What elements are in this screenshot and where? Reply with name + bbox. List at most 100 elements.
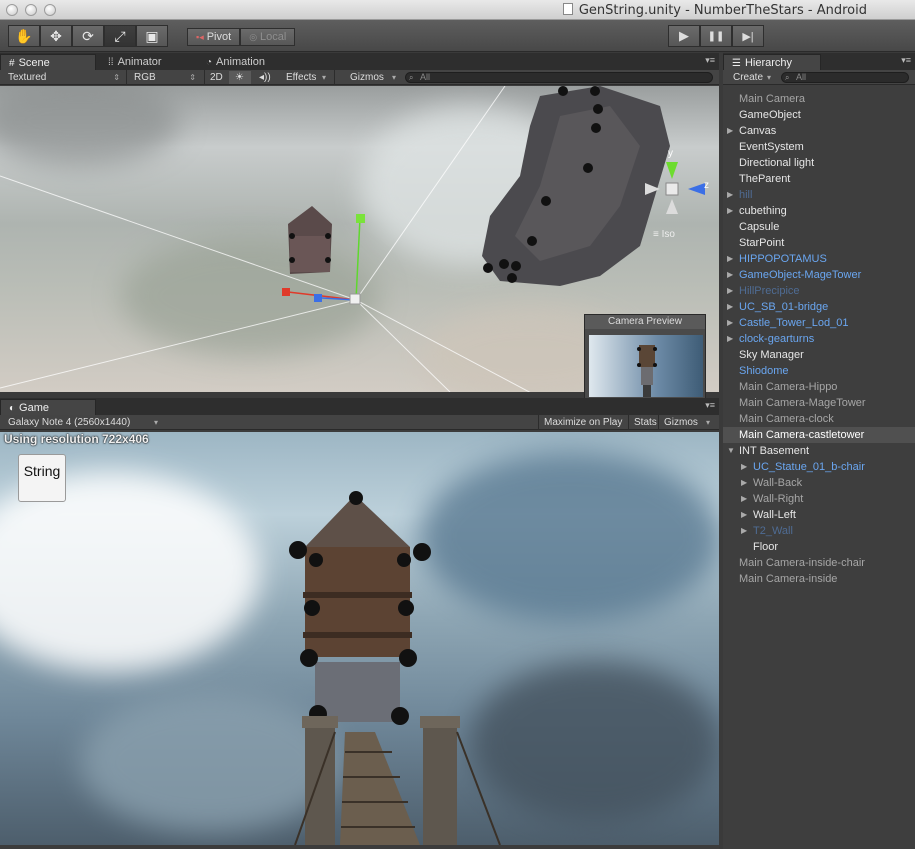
- hierarchy-item[interactable]: Main Camera: [723, 91, 915, 107]
- updown-caret-icon: ⇕: [113, 73, 120, 82]
- scale-tool-button[interactable]: ⤢: [104, 25, 136, 47]
- collapsed-arrow-icon[interactable]: ▶: [741, 507, 747, 523]
- scene-search-input[interactable]: ⌕ All: [405, 72, 713, 83]
- hierarchy-item[interactable]: TheParent: [723, 171, 915, 187]
- hierarchy-item[interactable]: Main Camera-inside-chair: [723, 555, 915, 571]
- hierarchy-item-label: GameObject: [739, 109, 801, 121]
- hierarchy-item[interactable]: ▶ HillPrecipice: [723, 283, 915, 299]
- collapsed-arrow-icon[interactable]: ▶: [727, 123, 733, 139]
- hierarchy-item[interactable]: Main Camera-clock: [723, 411, 915, 427]
- rect-icon: ▣: [145, 27, 159, 44]
- hierarchy-item[interactable]: Sky Manager: [723, 347, 915, 363]
- scene-gizmos-dropdown[interactable]: Gizmos ▾: [344, 71, 400, 84]
- rotate-tool-button[interactable]: ⟳: [72, 25, 104, 47]
- hierarchy-item[interactable]: ▶ Wall-Back: [723, 475, 915, 491]
- pause-button[interactable]: ❚❚: [700, 25, 732, 47]
- string-button[interactable]: String: [18, 454, 66, 502]
- main-toolbar: ✋ ✥ ⟳ ⤢ ▣ ▪◂ Pivot ◎ Local ▶ ❚❚ ▶|: [0, 20, 915, 52]
- render-mode-dropdown[interactable]: RGB ⇕: [128, 71, 200, 84]
- hierarchy-item[interactable]: ▶ Wall-Right: [723, 491, 915, 507]
- panel-menu-icon[interactable]: ▾≡: [901, 55, 911, 66]
- hierarchy-item[interactable]: Main Camera-MageTower: [723, 395, 915, 411]
- collapsed-arrow-icon[interactable]: ▶: [727, 187, 733, 203]
- step-button[interactable]: ▶|: [732, 25, 764, 47]
- hierarchy-item[interactable]: ▶ Castle_Tower_Lod_01: [723, 315, 915, 331]
- hierarchy-item[interactable]: Shiodome: [723, 363, 915, 379]
- chevron-down-icon: ▾: [391, 73, 396, 82]
- mode-2d-toggle[interactable]: 2D: [204, 71, 228, 84]
- pivot-toggle-button[interactable]: ▪◂ Pivot: [187, 28, 241, 46]
- hierarchy-item-label: Main Camera-castletower: [739, 429, 865, 441]
- collapsed-arrow-icon[interactable]: ▶: [741, 475, 747, 491]
- zoom-window-button[interactable]: [44, 4, 56, 16]
- hierarchy-item[interactable]: Main Camera-Hippo: [723, 379, 915, 395]
- hierarchy-item[interactable]: ▶ Canvas: [723, 123, 915, 139]
- collapsed-arrow-icon[interactable]: ▶: [727, 203, 733, 219]
- collapsed-arrow-icon[interactable]: ▶: [727, 251, 733, 267]
- hierarchy-item-label: Main Camera-inside-chair: [739, 557, 865, 569]
- hierarchy-search-input[interactable]: ⌕ All: [781, 72, 909, 83]
- collapsed-arrow-icon[interactable]: ▶: [727, 283, 733, 299]
- game-gizmos-dropdown[interactable]: Gizmos ▾: [658, 416, 714, 429]
- effects-dropdown[interactable]: Effects ▾: [280, 71, 330, 84]
- animator-icon: ⁞⁞: [108, 57, 114, 68]
- scene-lighting-toggle[interactable]: ☀: [229, 71, 251, 84]
- hierarchy-item[interactable]: ▶ clock-gearturns: [723, 331, 915, 347]
- collapsed-arrow-icon[interactable]: ▶: [727, 331, 733, 347]
- hand-tool-button[interactable]: ✋: [8, 25, 40, 47]
- hierarchy-item[interactable]: ▶ HIPPOPOTAMUS: [723, 251, 915, 267]
- hierarchy-tabbar: ☰ Hierarchy ▾≡: [723, 53, 915, 70]
- panel-menu-icon[interactable]: ▾≡: [705, 400, 715, 411]
- hierarchy-item-label: TheParent: [739, 173, 791, 185]
- rect-tool-button[interactable]: ▣: [136, 25, 168, 47]
- collapsed-arrow-icon[interactable]: ▶: [741, 491, 747, 507]
- play-icon: ▶: [679, 28, 689, 43]
- hierarchy-item[interactable]: ▶ hill: [723, 187, 915, 203]
- resolution-dropdown[interactable]: Galaxy Note 4 (2560x1440) ▾: [2, 416, 162, 429]
- move-tool-button[interactable]: ✥: [40, 25, 72, 47]
- gizmo-iso-label[interactable]: ≡ Iso: [653, 229, 675, 240]
- hierarchy-item[interactable]: StarPoint: [723, 235, 915, 251]
- shading-mode-dropdown[interactable]: Textured ⇕: [2, 71, 124, 84]
- collapsed-arrow-icon[interactable]: ▶: [727, 267, 733, 283]
- resolution-info-text: Using resolution 722x406: [4, 432, 149, 446]
- minimize-window-button[interactable]: [25, 4, 37, 16]
- play-button[interactable]: ▶: [668, 25, 700, 47]
- pivot-icon: ▪◂: [196, 32, 204, 42]
- close-window-button[interactable]: [6, 4, 18, 16]
- hierarchy-item[interactable]: EventSystem: [723, 139, 915, 155]
- hierarchy-item[interactable]: Main Camera-inside: [723, 571, 915, 587]
- hand-icon: ✋: [15, 27, 33, 44]
- collapsed-arrow-icon[interactable]: ▶: [741, 523, 747, 539]
- collapsed-arrow-icon[interactable]: ▶: [727, 299, 733, 315]
- hierarchy-item[interactable]: ▶ Wall-Left: [723, 507, 915, 523]
- hierarchy-item[interactable]: ▼ INT Basement: [723, 443, 915, 459]
- local-toggle-button[interactable]: ◎ Local: [240, 28, 296, 46]
- hierarchy-item[interactable]: Main Camera-castletower: [723, 427, 915, 443]
- stats-toggle[interactable]: Stats: [628, 416, 658, 429]
- create-dropdown[interactable]: Create ▾: [727, 71, 775, 84]
- expanded-arrow-icon[interactable]: ▼: [727, 443, 735, 459]
- panel-menu-icon[interactable]: ▾≡: [705, 55, 715, 66]
- hierarchy-item[interactable]: Directional light: [723, 155, 915, 171]
- hierarchy-item[interactable]: ▶ GameObject-MageTower: [723, 267, 915, 283]
- hierarchy-item[interactable]: GameObject: [723, 107, 915, 123]
- tab-hierarchy[interactable]: ☰ Hierarchy: [723, 54, 821, 70]
- tab-animation[interactable]: ◔ Animation: [198, 54, 273, 70]
- maximize-on-play-toggle[interactable]: Maximize on Play: [538, 416, 628, 429]
- hierarchy-item[interactable]: ▶ UC_Statue_01_b-chair: [723, 459, 915, 475]
- tab-animator[interactable]: ⁞⁞ Animator: [100, 54, 170, 70]
- tab-game[interactable]: ◐ Game: [0, 399, 96, 415]
- hierarchy-item[interactable]: ▶ UC_SB_01-bridge: [723, 299, 915, 315]
- hierarchy-item-label: Floor: [753, 541, 779, 553]
- hierarchy-item[interactable]: ▶ T2_Wall: [723, 523, 915, 539]
- hierarchy-item[interactable]: ▶ cubething: [723, 203, 915, 219]
- collapsed-arrow-icon[interactable]: ▶: [741, 459, 747, 475]
- game-viewport[interactable]: Using resolution 722x406 String: [0, 432, 719, 845]
- tab-scene[interactable]: # Scene: [0, 54, 96, 70]
- hierarchy-toolbar: Create ▾ ⌕ All: [723, 70, 915, 85]
- hierarchy-item[interactable]: Floor: [723, 539, 915, 555]
- hierarchy-item[interactable]: Capsule: [723, 219, 915, 235]
- scene-audio-toggle[interactable]: ◂)): [253, 71, 279, 84]
- collapsed-arrow-icon[interactable]: ▶: [727, 315, 733, 331]
